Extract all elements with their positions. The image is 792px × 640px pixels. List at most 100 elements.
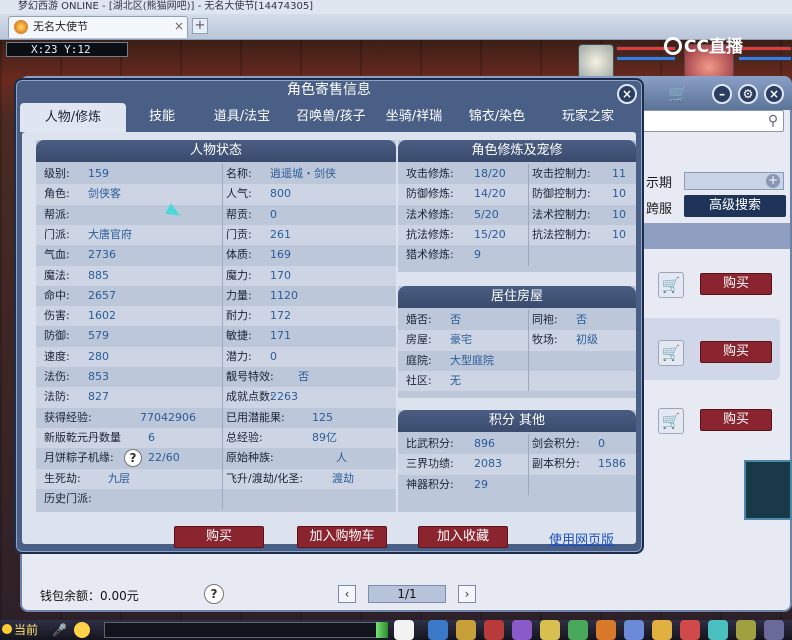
tab-game[interactable]: 无名大使节 <box>8 16 188 38</box>
tab-3[interactable]: 召唤兽/孩子 <box>290 102 372 132</box>
add-to-favorites-button[interactable]: 加入收藏 <box>418 526 508 548</box>
house-section: 居住房屋 婚否: 否 同袍: 否房屋: 豪宅 牧场: 初级 庭院: 大型庭院 社区: 无 <box>398 286 636 398</box>
field-value: 15/20 <box>474 227 506 241</box>
microphone-icon[interactable]: 🎤 <box>52 622 67 638</box>
info-row: 气血: 2736 体质: 169 <box>36 245 396 265</box>
tab-0[interactable]: 人物/修炼 <box>20 103 126 132</box>
field-label: 门贡: <box>226 227 252 241</box>
info-row: 房屋: 豪宅 牧场: 初级 <box>398 330 636 351</box>
dialog-close-icon[interactable]: × <box>617 84 637 104</box>
buy-button[interactable]: 购买 <box>174 526 264 548</box>
info-row: 月饼粽子机缘: 22/60 原始种族: 人? <box>36 448 396 468</box>
info-row: 法防: 827 成就点数: 2263 <box>36 387 396 408</box>
field-label: 同袍: <box>532 313 558 326</box>
buy-button[interactable]: 购买 <box>700 409 772 431</box>
web-version-link[interactable]: 使用网页版 <box>549 529 614 548</box>
wallet-balance: 钱包余额：0.00元 <box>40 589 139 603</box>
field-value: 豪宅 <box>450 333 472 347</box>
field-label: 副本积分: <box>532 457 580 471</box>
field-value: 10 <box>612 227 626 241</box>
channel-label[interactable]: 当前 <box>14 622 38 638</box>
add-cart-icon[interactable]: 🛒 <box>658 408 684 434</box>
buy-button[interactable]: 购买 <box>700 273 772 295</box>
panda-icon[interactable] <box>394 620 414 640</box>
info-row: 伤害: 1602 耐力: 172 <box>36 306 396 327</box>
tab-2[interactable]: 道具/法宝 <box>198 102 286 132</box>
chat-input[interactable] <box>104 622 382 638</box>
field-value: 29 <box>474 477 488 491</box>
advanced-search-button[interactable]: 高级搜索 <box>684 195 786 217</box>
close-icon[interactable]: × <box>764 84 784 104</box>
cc-live-logo: CC直播 <box>664 32 743 57</box>
next-page-button[interactable]: › <box>458 585 476 603</box>
tab-5[interactable]: 锦衣/染色 <box>456 102 538 132</box>
field-value: 853 <box>88 370 109 383</box>
field-value: 1120 <box>270 288 298 302</box>
tab-4[interactable]: 坐骑/祥瑞 <box>374 102 454 132</box>
help-icon[interactable]: ? <box>204 584 224 604</box>
emoji-icon[interactable] <box>74 622 90 638</box>
info-row: 历史门派: <box>36 489 396 509</box>
minimize-icon[interactable]: – <box>712 84 732 104</box>
buy-button[interactable]: 购买 <box>700 341 772 363</box>
field-value: 77042906 <box>140 410 196 424</box>
activity-icon[interactable] <box>680 620 700 640</box>
field-value: 170 <box>270 268 291 282</box>
side-panel-icon[interactable] <box>744 460 792 520</box>
field-label: 名称: <box>226 167 252 180</box>
system-icon[interactable] <box>708 620 728 640</box>
menu-icon[interactable] <box>764 620 784 640</box>
new-tab-button[interactable]: + <box>192 18 208 34</box>
tab-close-icon[interactable]: × <box>172 19 186 33</box>
field-value: 6 <box>148 430 155 444</box>
field-label: 靓号特效: <box>226 370 274 383</box>
field-label: 防御控制力: <box>532 187 591 201</box>
help-icon[interactable]: ? <box>124 449 142 468</box>
field-value: 0 <box>598 437 605 450</box>
prev-page-button[interactable]: ‹ <box>338 585 356 603</box>
add-to-cart-button[interactable]: 加入购物车 <box>297 526 387 548</box>
info-row: 新版乾元丹数量 6 总经验: 89亿 <box>36 427 396 449</box>
tab-1[interactable]: 技能 <box>132 102 192 132</box>
field-label: 魔法: <box>44 268 70 282</box>
field-label: 庭院: <box>406 353 432 367</box>
team-icon[interactable] <box>484 620 504 640</box>
pet-icon[interactable] <box>512 620 532 640</box>
field-label: 防御: <box>44 329 70 343</box>
page-indicator: 1/1 <box>368 585 446 603</box>
pet-portrait[interactable] <box>578 44 614 80</box>
field-label: 已用潜能果: <box>226 410 285 424</box>
add-cart-icon[interactable]: 🛒 <box>658 340 684 366</box>
info-row: 速度: 280 潜力: 0 <box>36 346 396 367</box>
shop-icon[interactable] <box>652 620 672 640</box>
field-value: 10 <box>612 187 626 201</box>
friends-icon[interactable] <box>624 620 644 640</box>
field-value: 2657 <box>88 288 116 302</box>
tab-6[interactable]: 玩家之家 <box>542 102 634 132</box>
guild-icon[interactable] <box>568 620 588 640</box>
tab-label: 无名大使节 <box>33 20 88 33</box>
coordinate-readout: X:23 Y:12 <box>6 42 128 57</box>
search-icon[interactable]: ⚲ <box>764 112 782 130</box>
field-label: 房屋: <box>406 333 432 347</box>
cart-icon[interactable]: 🛒 <box>668 84 690 104</box>
plus-icon[interactable]: + <box>766 174 780 188</box>
field-label: 耐力: <box>226 309 252 323</box>
task-icon[interactable] <box>540 620 560 640</box>
field-label: 攻击修炼: <box>406 167 454 180</box>
skill-icon[interactable] <box>428 620 448 640</box>
field-value: 否 <box>298 370 309 383</box>
field-value: 渡劫 <box>332 471 354 485</box>
gear-icon[interactable]: ⚙ <box>738 84 758 104</box>
field-label: 力量: <box>226 288 252 302</box>
dialog-title: 角色寄售信息 <box>287 82 371 98</box>
mail-icon[interactable] <box>596 620 616 640</box>
channel-icon[interactable] <box>2 624 12 634</box>
dialog-tabs: 人物/修炼 技能 道具/法宝 召唤兽/孩子 坐骑/祥瑞 锦衣/染色 玩家之家 <box>20 102 638 132</box>
info-row: 社区: 无 <box>398 370 636 392</box>
field-label: 社区: <box>406 373 432 387</box>
bag-icon[interactable] <box>456 620 476 640</box>
map-icon[interactable] <box>736 620 756 640</box>
add-cart-icon[interactable]: 🛒 <box>658 272 684 298</box>
info-row: 防御修炼: 14/20 防御控制力: 10 <box>398 184 636 205</box>
